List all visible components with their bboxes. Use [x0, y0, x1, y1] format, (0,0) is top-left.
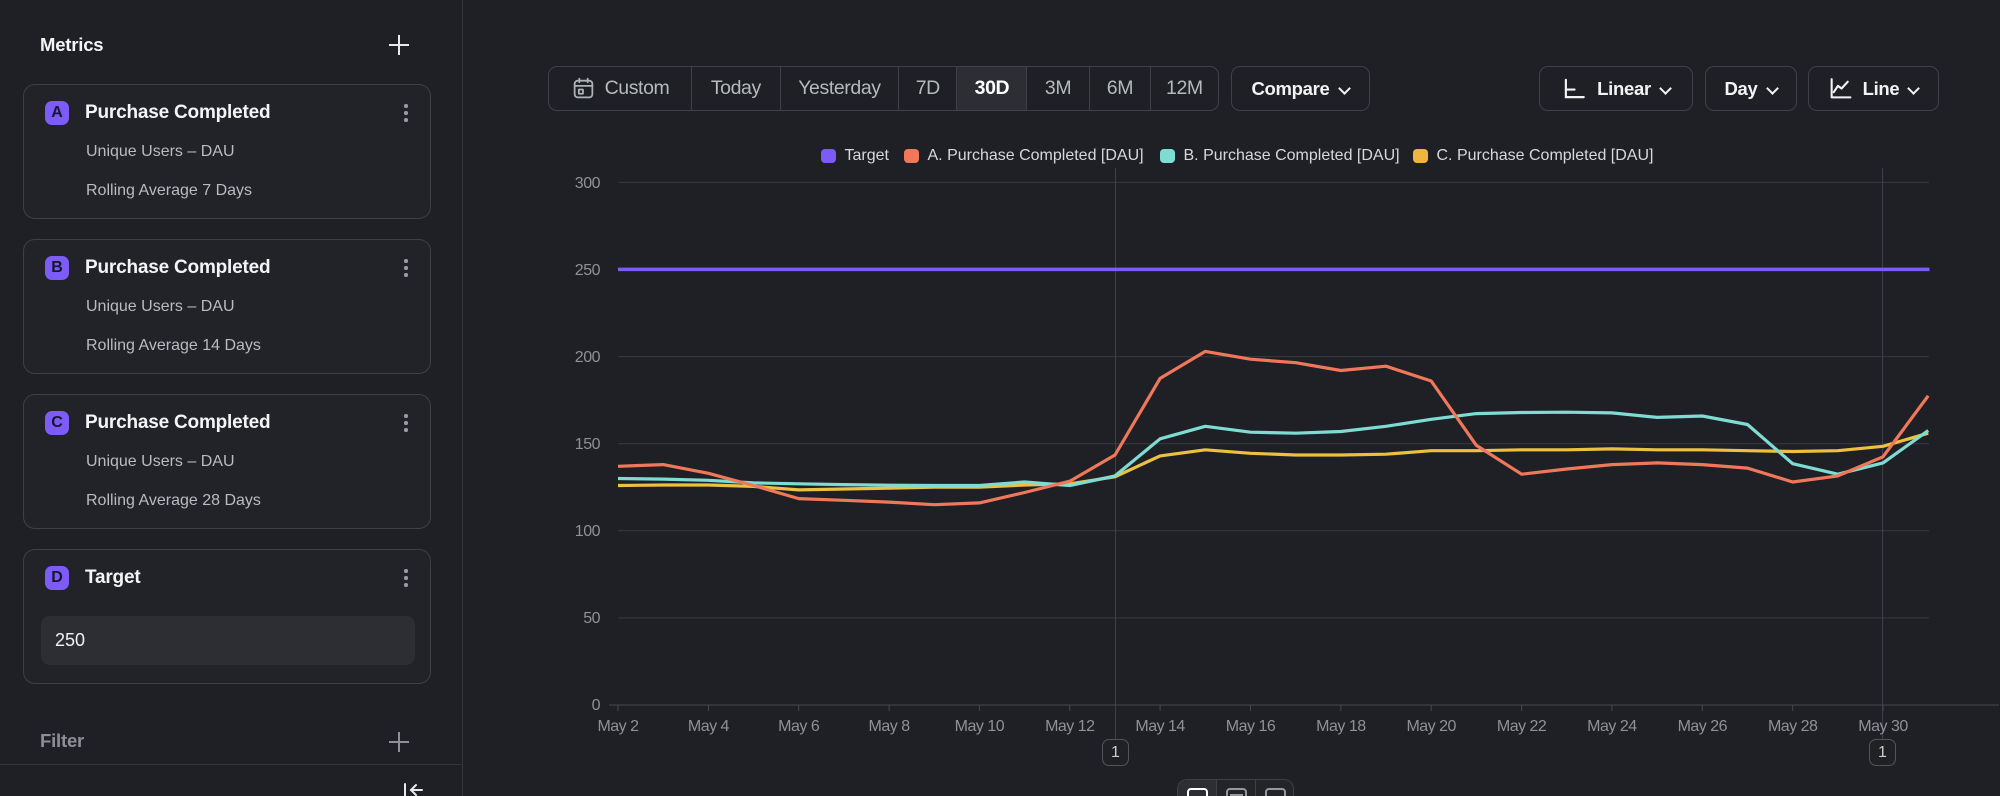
svg-text:May 10: May 10 — [955, 718, 1005, 735]
svg-text:May 20: May 20 — [1406, 718, 1456, 735]
svg-text:250: 250 — [575, 262, 601, 279]
svg-text:May 4: May 4 — [688, 718, 730, 735]
svg-text:200: 200 — [575, 349, 601, 366]
svg-text:May 16: May 16 — [1226, 718, 1276, 735]
svg-text:May 28: May 28 — [1768, 718, 1818, 735]
svg-text:50: 50 — [583, 610, 600, 627]
svg-text:300: 300 — [575, 175, 601, 192]
svg-text:May 30: May 30 — [1858, 718, 1908, 735]
svg-text:May 8: May 8 — [869, 718, 911, 735]
svg-text:May 18: May 18 — [1316, 718, 1366, 735]
svg-text:0: 0 — [592, 697, 601, 714]
svg-text:May 26: May 26 — [1678, 718, 1728, 735]
svg-text:May 2: May 2 — [597, 718, 639, 735]
svg-text:May 6: May 6 — [778, 718, 820, 735]
svg-text:May 14: May 14 — [1135, 718, 1185, 735]
svg-text:150: 150 — [575, 436, 601, 453]
svg-text:May 24: May 24 — [1587, 718, 1637, 735]
svg-text:May 12: May 12 — [1045, 718, 1095, 735]
svg-text:May 22: May 22 — [1497, 718, 1547, 735]
svg-text:100: 100 — [575, 523, 601, 540]
